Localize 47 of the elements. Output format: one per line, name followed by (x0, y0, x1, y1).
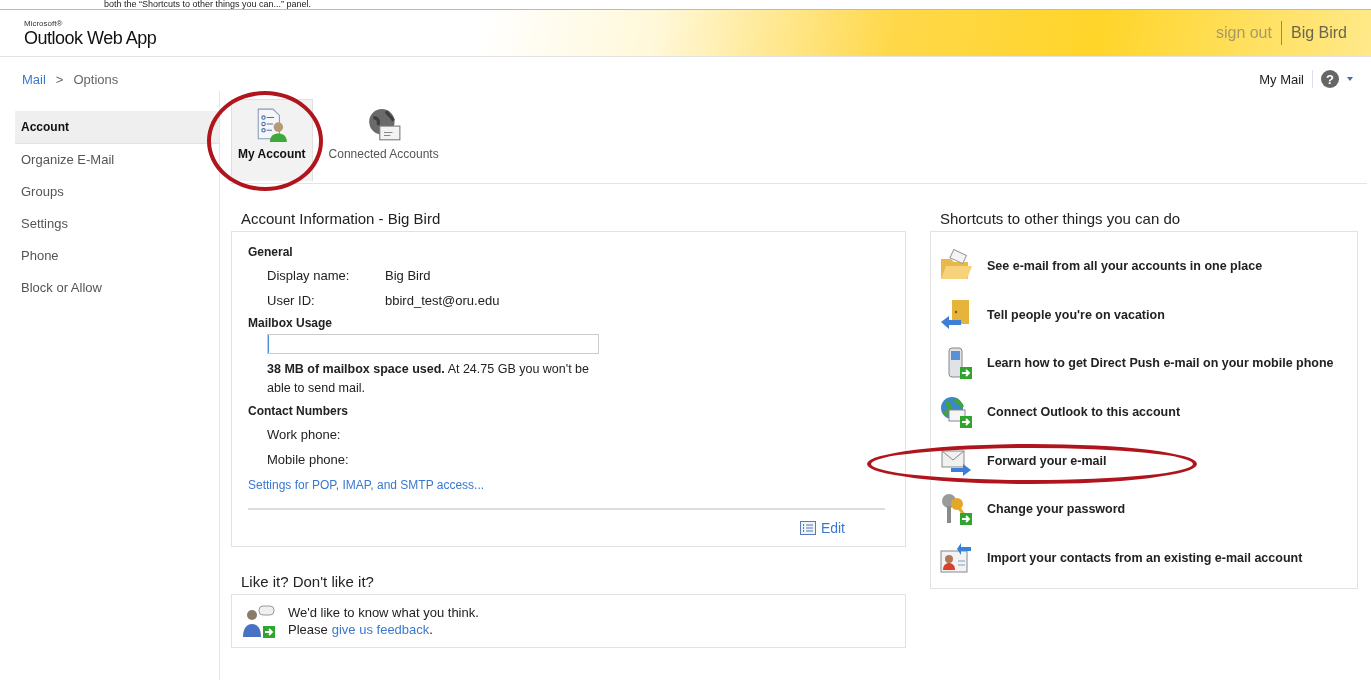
user-name[interactable]: Big Bird (1290, 24, 1347, 42)
section-title: Shortcuts to other things you can do (940, 210, 1182, 227)
feedback-text: We'd like to know what you think. (288, 605, 479, 620)
caret-icon[interactable] (1347, 77, 1353, 81)
sidebar-item[interactable]: Groups (15, 176, 219, 208)
shortcut-link[interactable]: Connect Outlook to this account (987, 405, 1181, 420)
field-label: User ID: (267, 293, 316, 308)
field-label: Display name: (267, 268, 351, 283)
shortcut-link[interactable]: Forward your e-mail (987, 453, 1107, 468)
period-text: . (429, 622, 433, 637)
sidebar-item[interactable]: Account (15, 111, 219, 144)
key-icon (939, 492, 973, 527)
tab[interactable]: Connected Accounts (322, 99, 445, 181)
my-mail-link[interactable]: My Mail (1259, 71, 1304, 87)
shortcut-link[interactable]: Tell people you're on vacation (987, 307, 1165, 322)
shortcut-link[interactable]: Change your password (987, 502, 1126, 517)
sidebar-item[interactable]: Block or Allow (15, 272, 219, 304)
field-value: bbird_test@oru.edu (385, 293, 500, 308)
list-icon (799, 521, 816, 535)
breadcrumb-current: Options (73, 71, 119, 87)
caption-text: both the “Shortcuts to other things you can...” panel. (103, 0, 313, 9)
app-logo-text: Outlook Web App (24, 27, 157, 48)
feedback-text: Please (288, 622, 328, 637)
usage-text: 38 MB of mailbox space used. At 24.75 GB you won't be able to send mail. (267, 361, 590, 397)
field-label: Mobile phone: (267, 452, 350, 467)
sidebar-item[interactable]: Phone (15, 240, 219, 272)
sidebar-item[interactable]: Organize E-Mail (15, 144, 219, 176)
brand-small-text: Microsoft® (24, 18, 64, 28)
tab[interactable]: My Account (231, 99, 313, 181)
section-title: Account Information - Big Bird (241, 210, 442, 227)
globe-icon (939, 395, 973, 430)
shortcut-link[interactable]: See e-mail from all your accounts in one place (987, 259, 1263, 274)
edit-button[interactable]: Edit (799, 520, 845, 536)
group-heading: General (248, 245, 294, 259)
field-label: Work phone: (267, 427, 342, 442)
help-icon[interactable]: ? (1321, 70, 1339, 88)
shortcut-link[interactable]: Import your contacts from an existing e-mail account (987, 550, 1303, 565)
group-heading: Mailbox Usage (248, 316, 334, 330)
breadcrumb-separator: > (55, 71, 64, 87)
people-icon (242, 605, 276, 639)
field-value: Big Bird (385, 268, 431, 283)
shortcut-link[interactable]: Learn how to get Direct Push e-mail on your mobile phone (987, 356, 1334, 371)
breadcrumb-link[interactable]: Mail (22, 71, 46, 87)
group-heading: Contact Numbers (248, 404, 349, 418)
sidebar-item[interactable]: Settings (15, 208, 219, 240)
settings-link[interactable]: Settings for POP, IMAP, and SMTP access... (248, 478, 895, 492)
section-title: Like it? Don't like it? (241, 573, 375, 590)
